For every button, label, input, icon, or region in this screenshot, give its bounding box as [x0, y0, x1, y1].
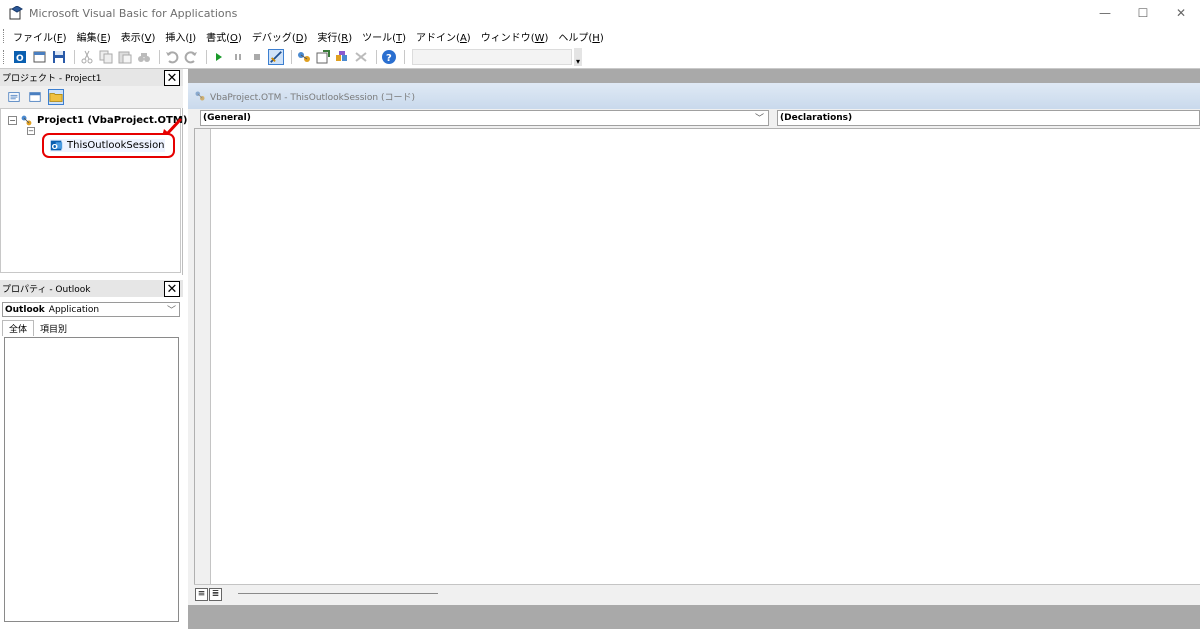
code-window: VbaProject.OTM - ThisOutlookSession (コード… — [188, 83, 1200, 619]
project-explorer-icon[interactable] — [296, 49, 312, 65]
vba-project-icon — [194, 90, 206, 102]
tree-node-label: ThisOutlookSession — [67, 140, 165, 151]
mdi-client-area: VbaProject.OTM - ThisOutlookSession (コード… — [188, 69, 1200, 629]
cursor-position-field — [412, 49, 572, 65]
menu-debug[interactable]: デバッグ(D) — [252, 29, 308, 44]
code-window-title-text: VbaProject.OTM - ThisOutlookSession (コード… — [210, 92, 416, 103]
menu-format[interactable]: 書式(O) — [206, 29, 242, 44]
toolbox-icon[interactable] — [353, 49, 369, 65]
view-object-icon[interactable] — [27, 89, 43, 105]
code-window-footer: ≡ ≣ — [194, 584, 1200, 603]
window-controls: — ☐ ✕ — [1086, 0, 1200, 26]
toggle-folders-icon[interactable] — [48, 89, 64, 105]
project-explorer-title-text: プロジェクト - Project1 — [2, 74, 102, 84]
toolbar-separator — [74, 50, 75, 64]
horizontal-scrollbar[interactable] — [238, 593, 438, 594]
vba-project-icon — [20, 114, 33, 127]
menu-tools[interactable]: ツール(T) — [362, 29, 406, 44]
expand-collapse-icon[interactable]: − — [8, 116, 17, 125]
design-mode-icon[interactable] — [268, 49, 284, 65]
insert-module-icon[interactable] — [32, 49, 48, 65]
view-code-icon[interactable] — [6, 89, 22, 105]
project-explorer-close-button[interactable]: ✕ — [164, 70, 180, 86]
procedure-view-button[interactable]: ≡ — [195, 587, 208, 601]
properties-close-button[interactable]: ✕ — [164, 281, 180, 297]
menu-window[interactable]: ウィンドウ(W) — [481, 29, 549, 44]
svg-text:?: ? — [386, 53, 392, 64]
project-explorer-title: プロジェクト - Project1 — [0, 69, 183, 86]
object-select[interactable]: Outlook Application ﹀ — [2, 302, 180, 317]
code-margin-indicator[interactable] — [195, 129, 211, 585]
properties-grid[interactable] — [4, 337, 179, 622]
paste-icon[interactable] — [117, 49, 133, 65]
undo-icon[interactable] — [164, 49, 180, 65]
expand-collapse-icon[interactable]: − — [27, 127, 35, 135]
procedure-combo-value: (Declarations) — [780, 113, 853, 123]
object-combo[interactable]: (General) ﹀ — [200, 110, 769, 126]
project-tree[interactable]: − Project1 (VbaProject.OTM) − O ThisOutl… — [0, 108, 187, 273]
toolbar-separator — [376, 50, 377, 64]
standard-toolbar: O ? ▾ — [0, 46, 1200, 68]
menu-view[interactable]: 表示(V) — [121, 29, 156, 44]
mdi-bottom-strip — [188, 605, 1200, 629]
menu-addins[interactable]: アドイン(A) — [416, 29, 471, 44]
properties-title: プロパティ - Outlook — [0, 280, 183, 297]
view-outlook-icon[interactable]: O — [13, 49, 29, 65]
project-explorer-toolbar — [0, 86, 183, 108]
minimize-button[interactable]: — — [1086, 0, 1124, 26]
title-bar: Microsoft Visual Basic for Applications … — [0, 0, 1200, 26]
find-icon[interactable] — [136, 49, 152, 65]
outlook-session-icon: O — [50, 139, 63, 152]
toolbar-separator — [291, 50, 292, 64]
tab-alphabetic[interactable]: 全体 — [2, 320, 35, 336]
properties-tabs: 全体 項目別 — [2, 320, 73, 336]
run-icon[interactable] — [211, 49, 227, 65]
menu-grip[interactable] — [3, 29, 6, 43]
reset-icon[interactable] — [249, 49, 265, 65]
tab-categorized[interactable]: 項目別 — [34, 321, 73, 336]
toolbar-separator — [159, 50, 160, 64]
window-title: Microsoft Visual Basic for Applications — [29, 6, 238, 20]
object-name: Outlook — [5, 304, 45, 315]
menu-edit[interactable]: 編集(E) — [77, 29, 111, 44]
object-type: Application — [48, 304, 100, 315]
properties-pane: プロパティ - Outlook ✕ Outlook Application ﹀ … — [0, 280, 183, 625]
redo-icon[interactable] — [183, 49, 199, 65]
procedure-combo[interactable]: (Declarations) — [777, 110, 1200, 126]
full-module-view-button[interactable]: ≣ — [209, 587, 222, 601]
copy-icon[interactable] — [98, 49, 114, 65]
menu-file[interactable]: ファイル(F) — [13, 29, 67, 44]
close-button[interactable]: ✕ — [1162, 0, 1200, 26]
toolbar-separator — [206, 50, 207, 64]
object-combo-value: (General) — [203, 113, 251, 123]
maximize-button[interactable]: ☐ — [1124, 0, 1162, 26]
svg-text:O: O — [52, 142, 58, 151]
menu-run[interactable]: 実行(R) — [317, 29, 352, 44]
toolbar-chevron-icon[interactable]: ▾ — [574, 48, 582, 66]
menu-insert[interactable]: 挿入(I) — [165, 29, 196, 44]
vba-app-icon — [9, 6, 23, 20]
chevron-down-icon[interactable]: ﹀ — [755, 111, 764, 124]
break-icon[interactable] — [230, 49, 246, 65]
toolbar-separator — [404, 50, 405, 64]
menu-bar: ファイル(F) 編集(E) 表示(V) 挿入(I) 書式(O) デバッグ(D) … — [0, 26, 1200, 46]
toolbar-grip[interactable] — [3, 50, 6, 64]
svg-text:O: O — [16, 54, 24, 64]
code-window-title: VbaProject.OTM - ThisOutlookSession (コード… — [188, 83, 1200, 109]
tree-node-thisoutlooksession[interactable]: O ThisOutlookSession — [42, 133, 175, 158]
help-icon[interactable]: ? — [381, 49, 397, 65]
properties-window-icon[interactable] — [315, 49, 331, 65]
properties-title-text: プロパティ - Outlook — [2, 285, 91, 295]
project-explorer-pane: プロジェクト - Project1 ✕ − Project1 (VbaProje… — [0, 69, 187, 275]
cut-icon[interactable] — [79, 49, 95, 65]
selected-item-highlight: O ThisOutlookSession — [50, 139, 165, 152]
code-editor[interactable] — [194, 128, 1200, 585]
save-icon[interactable] — [51, 49, 67, 65]
chevron-down-icon[interactable]: ﹀ — [167, 303, 176, 316]
object-browser-icon[interactable] — [334, 49, 350, 65]
tree-node-outlook-objects[interactable]: − — [27, 127, 38, 135]
menu-help[interactable]: ヘルプ(H) — [558, 29, 603, 44]
